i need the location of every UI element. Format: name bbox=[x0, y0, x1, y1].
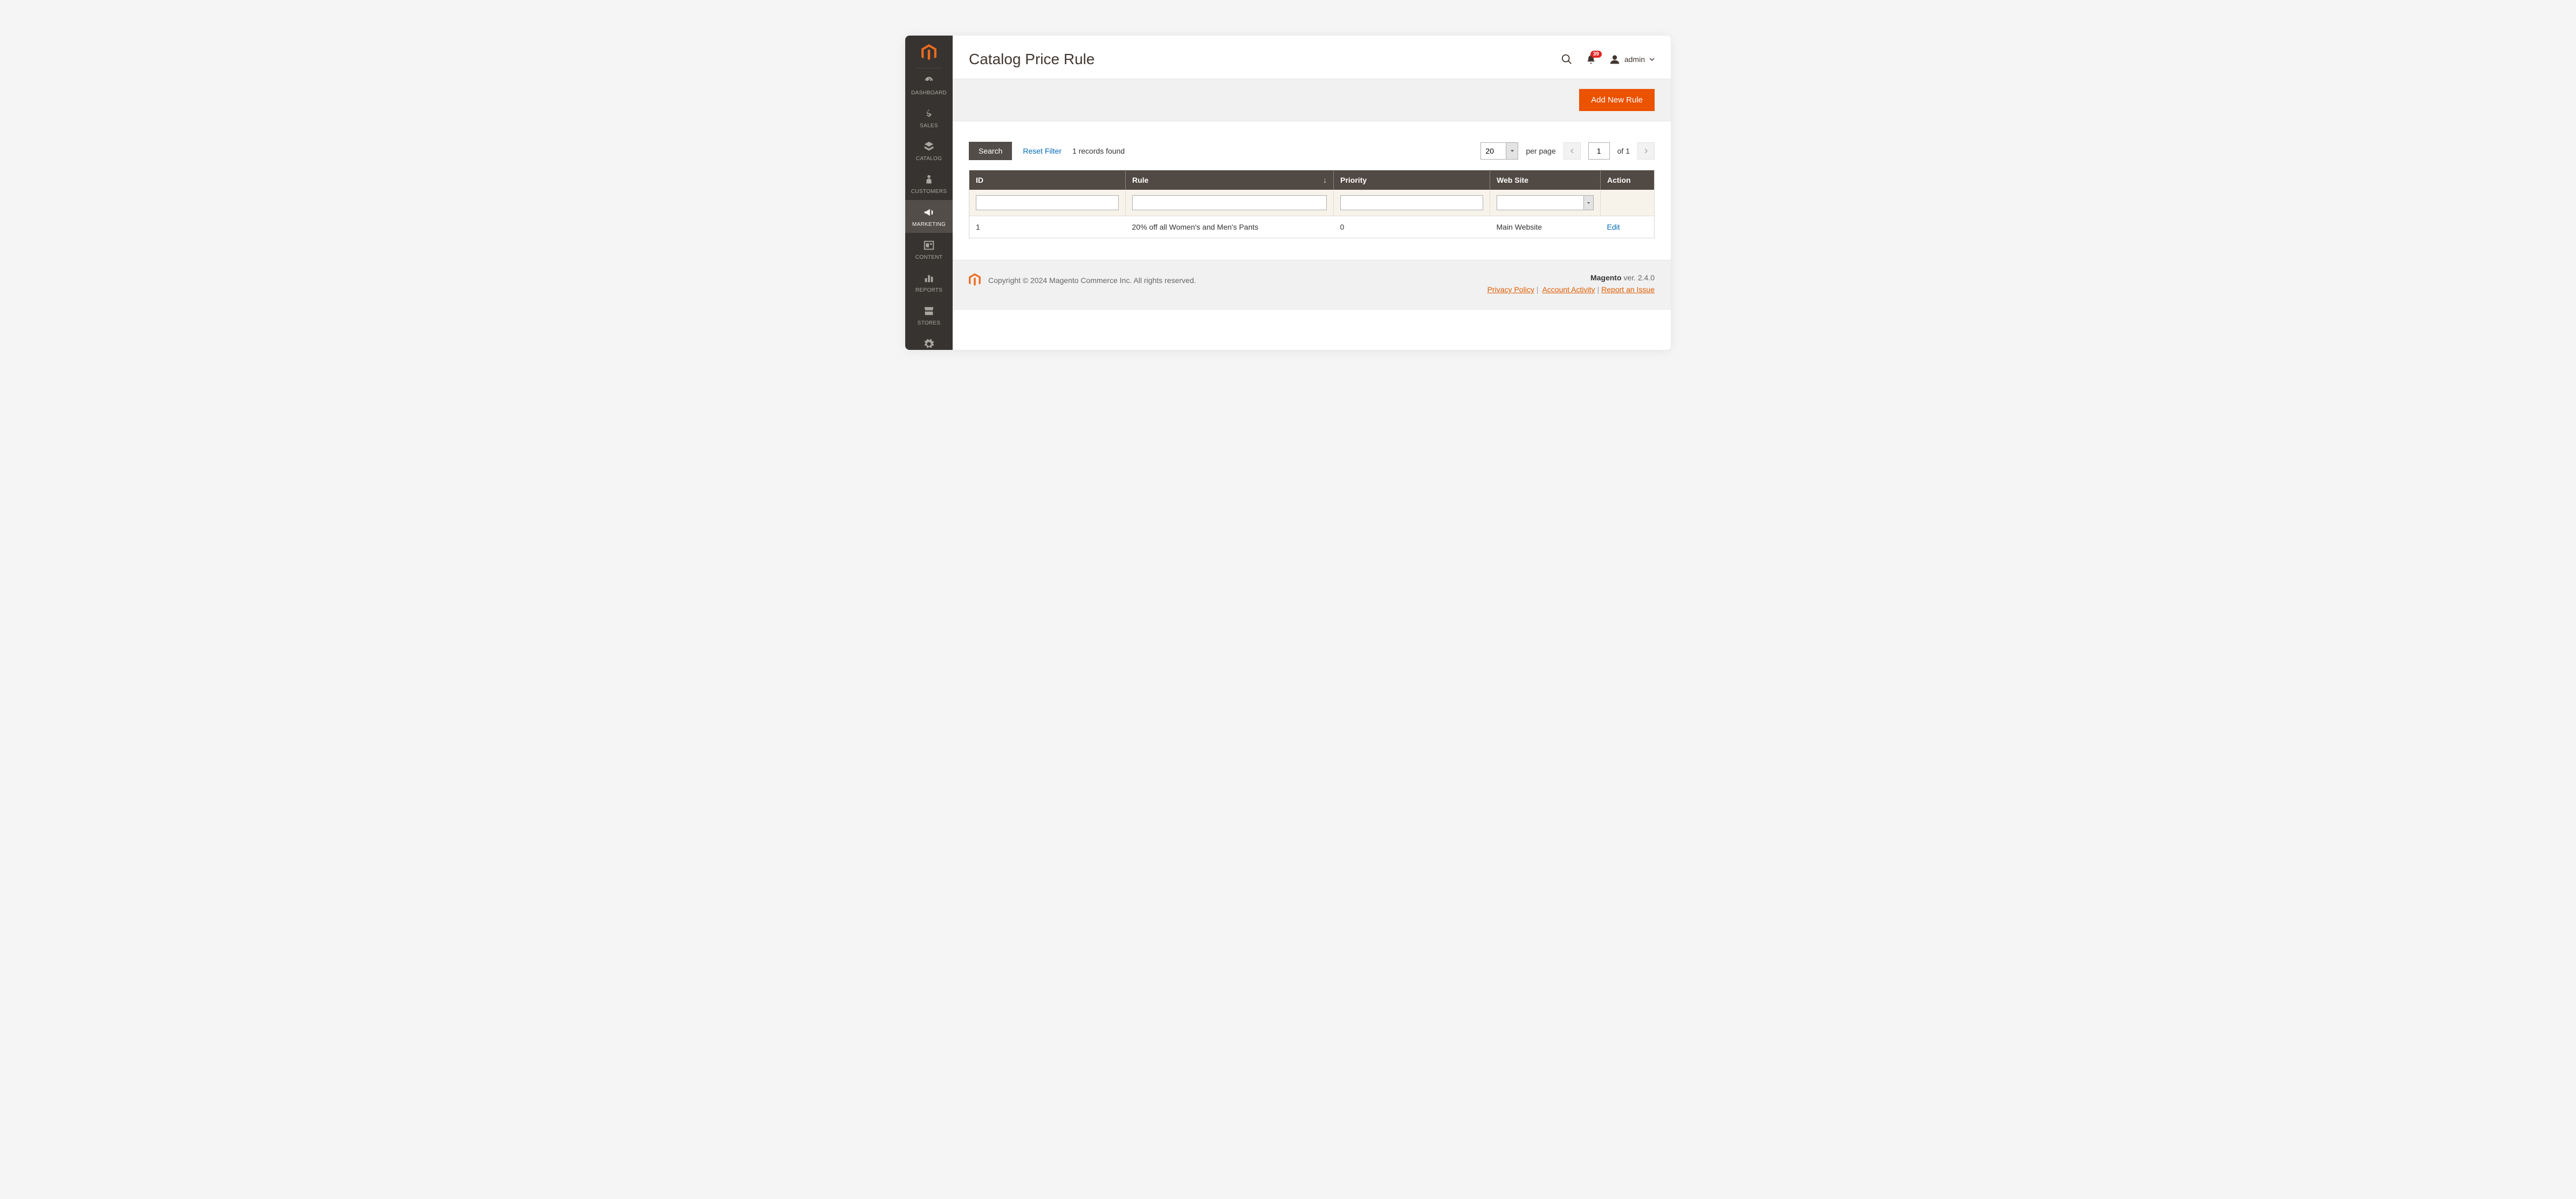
search-icon bbox=[1561, 53, 1573, 65]
magento-logo-icon bbox=[969, 273, 981, 287]
notifications-button[interactable]: 39 bbox=[1586, 54, 1596, 65]
dollar-icon bbox=[923, 108, 935, 120]
report-issue-link[interactable]: Report an Issue bbox=[1601, 285, 1655, 294]
col-website[interactable]: Web Site bbox=[1490, 170, 1601, 190]
filter-priority-input[interactable] bbox=[1340, 195, 1483, 210]
content-icon bbox=[923, 239, 935, 251]
catalog-icon bbox=[923, 141, 935, 153]
version-text: Magento ver. 2.4.0 bbox=[1487, 273, 1655, 282]
controls-right: per page of 1 bbox=[1480, 142, 1655, 160]
col-action: Action bbox=[1601, 170, 1655, 190]
sidebar-item-label: CATALOG bbox=[916, 156, 942, 162]
sidebar-item-label: CUSTOMERS bbox=[911, 189, 947, 195]
edit-link[interactable]: Edit bbox=[1607, 223, 1620, 231]
current-page-input[interactable] bbox=[1588, 142, 1610, 160]
page-size-dropdown[interactable] bbox=[1506, 143, 1518, 159]
grid-controls: Search Reset Filter 1 records found per … bbox=[953, 121, 1671, 170]
toolbar: Add New Rule bbox=[953, 79, 1671, 121]
footer-left: Copyright © 2024 Magento Commerce Inc. A… bbox=[969, 273, 1196, 287]
sidebar-item-label: SALES bbox=[920, 123, 938, 129]
col-rule[interactable]: Rule↓ bbox=[1126, 170, 1334, 190]
filter-website-dropdown[interactable] bbox=[1583, 196, 1593, 210]
dashboard-icon bbox=[923, 75, 935, 87]
stores-icon bbox=[923, 305, 935, 317]
cell-website: Main Website bbox=[1490, 216, 1601, 238]
username: admin bbox=[1624, 55, 1645, 64]
filter-website-select[interactable] bbox=[1497, 195, 1594, 210]
sidebar-item-reports[interactable]: REPORTS bbox=[905, 266, 953, 299]
page-of-label: of 1 bbox=[1617, 147, 1630, 155]
sidebar-item-label: STORES bbox=[918, 320, 941, 326]
filter-id-input[interactable] bbox=[976, 195, 1119, 210]
rules-table: ID Rule↓ Priority Web Site Action bbox=[969, 170, 1655, 238]
main-content: Catalog Price Rule 39 admin Add New Rule bbox=[953, 36, 1671, 350]
sidebar-item-label: REPORTS bbox=[915, 287, 942, 293]
add-new-rule-button[interactable]: Add New Rule bbox=[1579, 89, 1655, 111]
cell-id: 1 bbox=[969, 216, 1126, 238]
table-row[interactable]: 1 20% off all Women's and Men's Pants 0 … bbox=[969, 216, 1655, 238]
sidebar-item-content[interactable]: CONTENT bbox=[905, 233, 953, 266]
user-icon bbox=[1609, 54, 1620, 65]
sidebar-item-stores[interactable]: STORES bbox=[905, 299, 953, 332]
sidebar-item-label: CONTENT bbox=[915, 254, 942, 260]
sidebar-item-sales[interactable]: SALES bbox=[905, 101, 953, 134]
cell-priority: 0 bbox=[1334, 216, 1490, 238]
magento-logo[interactable] bbox=[915, 36, 942, 68]
notification-badge: 39 bbox=[1590, 51, 1602, 58]
col-id[interactable]: ID bbox=[969, 170, 1126, 190]
page-header: Catalog Price Rule 39 admin bbox=[953, 36, 1671, 79]
chevron-down-icon bbox=[1649, 57, 1655, 62]
account-activity-link[interactable]: Account Activity bbox=[1540, 285, 1595, 294]
reset-filter-link[interactable]: Reset Filter bbox=[1023, 147, 1062, 155]
sidebar-item-customers[interactable]: CUSTOMERS bbox=[905, 167, 953, 200]
page-footer: Copyright © 2024 Magento Commerce Inc. A… bbox=[953, 260, 1671, 310]
reports-icon bbox=[923, 272, 935, 284]
footer-right: Magento ver. 2.4.0 Privacy Policy| Accou… bbox=[1487, 273, 1655, 294]
filter-row bbox=[969, 190, 1655, 216]
chevron-right-icon bbox=[1643, 148, 1649, 154]
sidebar-item-marketing[interactable]: MARKETING bbox=[905, 200, 953, 233]
privacy-link[interactable]: Privacy Policy bbox=[1487, 285, 1534, 294]
next-page-button[interactable] bbox=[1637, 142, 1655, 160]
data-grid: ID Rule↓ Priority Web Site Action bbox=[953, 170, 1671, 260]
sidebar-item-system-partial[interactable] bbox=[905, 332, 953, 350]
sidebar-item-label: MARKETING bbox=[912, 222, 946, 228]
customers-icon bbox=[923, 174, 935, 185]
records-found: 1 records found bbox=[1072, 147, 1125, 155]
search-button[interactable]: Search bbox=[969, 142, 1012, 160]
user-menu[interactable]: admin bbox=[1609, 54, 1655, 65]
gear-icon bbox=[923, 338, 935, 350]
search-button[interactable] bbox=[1561, 53, 1573, 65]
sidebar-item-catalog[interactable]: CATALOG bbox=[905, 134, 953, 167]
sidebar-item-label: DASHBOARD bbox=[911, 90, 947, 96]
magento-logo-icon bbox=[921, 44, 936, 61]
cell-rule: 20% off all Women's and Men's Pants bbox=[1126, 216, 1334, 238]
controls-left: Search Reset Filter 1 records found bbox=[969, 142, 1125, 160]
page-size-select[interactable] bbox=[1480, 142, 1518, 160]
page-size-value[interactable] bbox=[1481, 143, 1506, 159]
filter-rule-input[interactable] bbox=[1132, 195, 1327, 210]
col-priority[interactable]: Priority bbox=[1334, 170, 1490, 190]
per-page-label: per page bbox=[1526, 147, 1555, 155]
sidebar-item-dashboard[interactable]: DASHBOARD bbox=[905, 68, 953, 101]
table-header-row: ID Rule↓ Priority Web Site Action bbox=[969, 170, 1655, 190]
page-title: Catalog Price Rule bbox=[969, 51, 1094, 68]
app-window: DASHBOARD SALES CATALOG CUSTOMERS MARKET… bbox=[905, 36, 1671, 350]
header-actions: 39 admin bbox=[1561, 53, 1655, 65]
chevron-left-icon bbox=[1569, 148, 1575, 154]
caret-down-icon bbox=[1587, 201, 1590, 205]
copyright-text: Copyright © 2024 Magento Commerce Inc. A… bbox=[988, 276, 1196, 285]
caret-down-icon bbox=[1510, 149, 1514, 153]
footer-links: Privacy Policy| Account Activity|Report … bbox=[1487, 285, 1655, 294]
sort-asc-icon: ↓ bbox=[1323, 176, 1327, 184]
prev-page-button[interactable] bbox=[1563, 142, 1581, 160]
megaphone-icon bbox=[923, 206, 935, 218]
sidebar: DASHBOARD SALES CATALOG CUSTOMERS MARKET… bbox=[905, 36, 953, 350]
